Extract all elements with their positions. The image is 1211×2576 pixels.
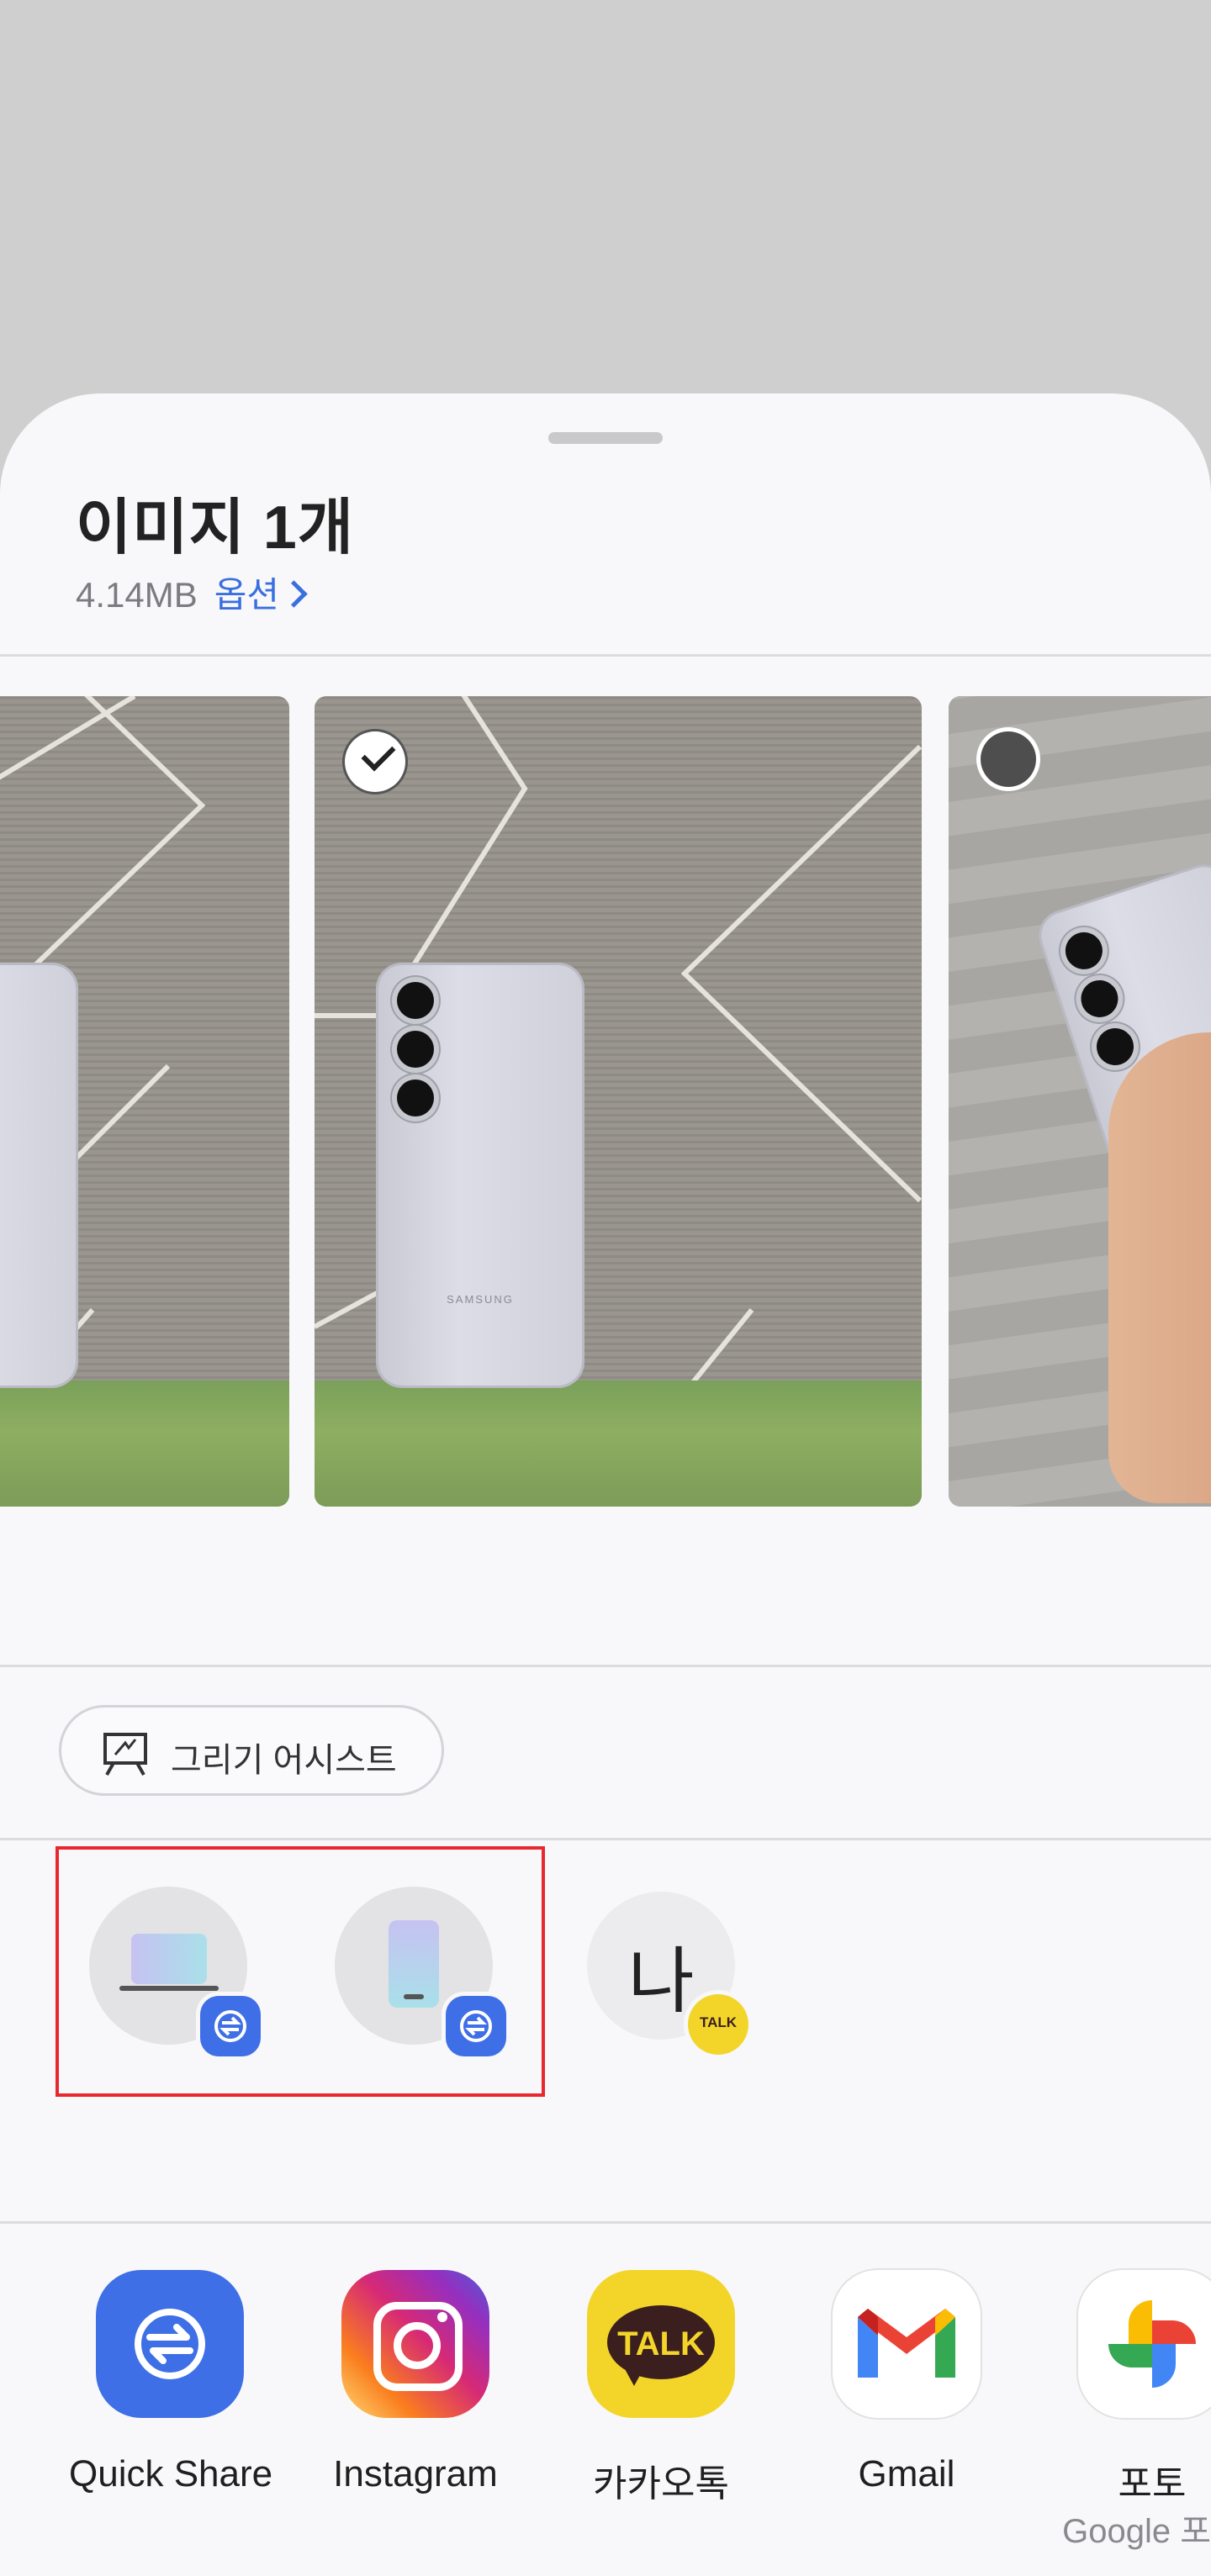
gallery-image-left[interactable] bbox=[0, 696, 289, 1507]
app-label: 포토 bbox=[1118, 2463, 1187, 2505]
highlight-box bbox=[56, 1846, 545, 2097]
drawing-assist-label: 그리기 어시스트 bbox=[171, 1742, 397, 1779]
divider bbox=[0, 654, 1211, 657]
dimmed-background[interactable] bbox=[0, 0, 1211, 395]
kakaotalk-icon: TALK bbox=[587, 2270, 735, 2418]
unselected-check-icon[interactable] bbox=[981, 731, 1036, 787]
chevron-right-icon bbox=[280, 580, 308, 608]
gallery-image-center[interactable]: SAMSUNG bbox=[315, 696, 922, 1507]
share-sheet: 이미지 1개 4.14MB 옵션 SAMSUNG 그리기 어시스트 나 TALK… bbox=[0, 393, 1211, 2576]
file-info: 4.14MB 옵션 bbox=[76, 567, 308, 618]
drag-handle[interactable] bbox=[548, 432, 663, 444]
sheet-title: 이미지 1개 bbox=[76, 494, 355, 562]
divider bbox=[0, 1838, 1211, 1840]
drawing-easel-icon bbox=[103, 1733, 147, 1776]
divider bbox=[0, 1665, 1211, 1667]
talk-badge-label: TALK bbox=[699, 2014, 738, 2030]
quick-share-icon bbox=[96, 2270, 244, 2418]
google-photos-icon bbox=[1078, 2270, 1211, 2418]
gmail-icon bbox=[833, 2270, 981, 2418]
app-label: Quick Share bbox=[69, 2453, 273, 2494]
app-label: 카카오톡 bbox=[593, 2463, 729, 2505]
drawing-assist-chip[interactable]: 그리기 어시스트 bbox=[59, 1705, 444, 1796]
file-size: 4.14MB bbox=[76, 575, 198, 615]
divider bbox=[0, 2221, 1211, 2224]
selected-check-icon[interactable] bbox=[345, 731, 405, 792]
app-sublabel: Google 포토 bbox=[1062, 2513, 1211, 2550]
options-link[interactable]: 옵션 bbox=[214, 575, 308, 615]
kakaotalk-badge-icon: TALK bbox=[688, 1994, 748, 2055]
app-label: Gmail bbox=[858, 2453, 955, 2494]
options-label: 옵션 bbox=[214, 575, 280, 615]
app-label: Instagram bbox=[333, 2453, 498, 2494]
phone-brand: SAMSUNG bbox=[447, 1293, 514, 1306]
gallery-image-right[interactable] bbox=[949, 696, 1211, 1507]
instagram-icon bbox=[341, 2270, 489, 2418]
